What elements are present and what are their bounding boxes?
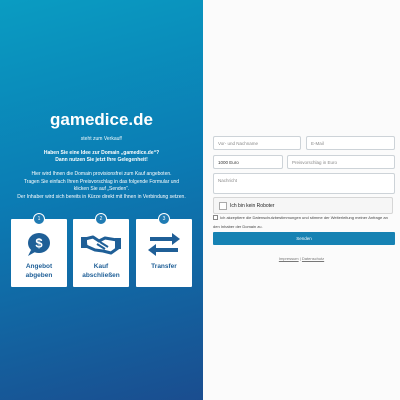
dollar-speech-bubble-icon: $	[11, 231, 67, 257]
for-sale-subtitle: steht zum Verkauf!	[80, 136, 123, 142]
captcha-widget: Ich bin kein Roboter	[213, 197, 393, 214]
step-label-line1: Kauf	[93, 263, 109, 270]
name-field[interactable]: Vor- und Nachname	[213, 136, 301, 150]
step-label-line2: abschließen	[82, 272, 120, 279]
info-line: Tragen Sie einfach Ihren Preisvorschlag …	[23, 178, 180, 185]
email-field[interactable]: E-Mail	[306, 136, 395, 150]
idea-line-1: Haben Sie eine Idee zur Domain „gamedice…	[43, 150, 160, 156]
consent-row: Ich akzeptiere die Datenschutzbestimmung…	[213, 213, 395, 231]
hero-panel: gamedice.de steht zum Verkauf! Haben Sie…	[0, 0, 203, 400]
footer-separator: |	[299, 256, 301, 261]
transfer-arrows-icon	[136, 231, 192, 257]
step-label-line1: Transfer	[151, 263, 177, 270]
step-number: 2	[95, 213, 107, 225]
svg-text:$: $	[35, 236, 43, 251]
domain-title: gamedice.de	[50, 110, 153, 129]
captcha-checkbox[interactable]	[219, 202, 227, 210]
info-line: klicken Sie auf „Senden“.	[73, 186, 130, 192]
consent-checkbox[interactable]	[213, 215, 218, 221]
step-card-transfer: 3 Transfer	[136, 213, 192, 287]
captcha-label: Ich bin kein Roboter	[230, 203, 275, 209]
send-button[interactable]: Senden	[213, 232, 395, 245]
offer-field[interactable]: Preisvorschlag in Euro	[287, 155, 395, 169]
step-number: 1	[33, 213, 45, 225]
idea-line-2: Dann nutzen Sie jetzt Ihre Gelegenheit!	[55, 157, 148, 163]
footer-links: Impressum | Datenschutz	[203, 256, 400, 261]
step-card-offer: 1 $ Angebot abgeben	[11, 213, 67, 287]
idea-text: Haben Sie eine Idee zur Domain „gamedice…	[0, 150, 203, 164]
imprint-link[interactable]: Impressum	[279, 256, 299, 261]
consent-text: Ich akzeptiere die Datenschutzbestimmung…	[213, 215, 388, 229]
step-card-purchase: 2 Kauf abschließen	[73, 213, 129, 287]
price-field[interactable]: 1000 Euro	[213, 155, 283, 169]
info-line: Hier wird Ihnen die Domain provisionsfre…	[31, 171, 172, 177]
message-field[interactable]: Nachricht	[213, 173, 395, 194]
step-number: 3	[158, 213, 170, 225]
info-text: Hier wird Ihnen die Domain provisionsfre…	[6, 171, 197, 201]
handshake-icon	[73, 231, 129, 257]
privacy-link[interactable]: Datenschutz	[302, 256, 324, 261]
step-label-line2: abgeben	[25, 272, 53, 279]
info-line: Der Inhaber wird sich bereits in Kürze d…	[17, 193, 186, 200]
step-label-line1: Angebot	[25, 263, 53, 270]
